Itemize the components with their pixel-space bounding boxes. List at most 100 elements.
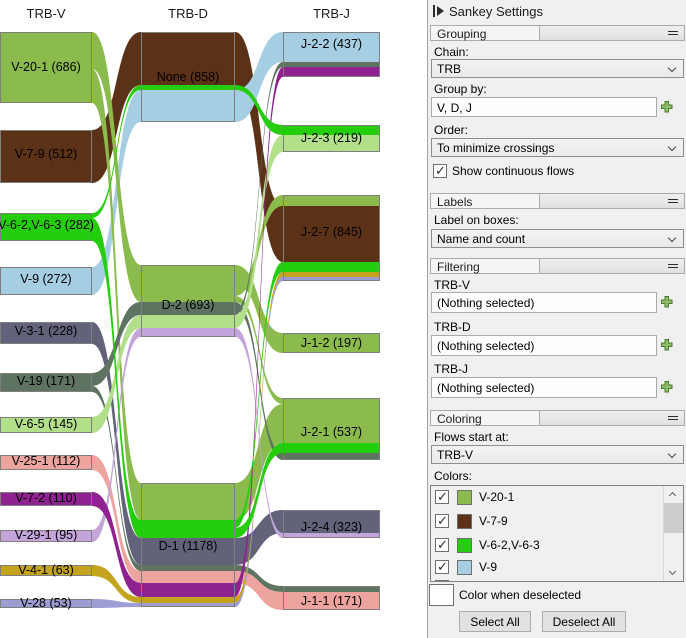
filter-field-TRB-V[interactable]: (Nothing selected)	[431, 292, 657, 313]
sankey-node-label: V-6-2,V-6-3 (282)	[0, 218, 94, 232]
order-value: To minimize crossings	[437, 141, 554, 155]
collapse-section-icon[interactable]	[668, 199, 678, 203]
node-band	[141, 265, 235, 302]
label-on-boxes-label: Label on boxes:	[434, 213, 519, 227]
sankey-node-J-1-2[interactable]: J-1-2 (197)	[283, 333, 380, 353]
color-list-item-V-9: ✓V-9	[435, 559, 497, 575]
sankey-node-D-2[interactable]: D-2 (693)	[141, 265, 235, 337]
chain-value: TRB	[437, 62, 461, 76]
sankey-node-label: V-9 (272)	[20, 272, 71, 286]
select-all-button[interactable]: Select All	[459, 611, 531, 632]
scrollbar-thumb[interactable]	[664, 503, 683, 533]
sankey-node-V-6-5[interactable]: V-6-5 (145)	[0, 417, 92, 433]
flows-start-at-dropdown[interactable]: TRB-V	[431, 445, 684, 464]
collapse-section-icon[interactable]	[668, 264, 678, 268]
node-band	[141, 520, 235, 538]
flow-D-1-to-J-2-1[interactable]	[235, 404, 283, 520]
arrow-down-icon	[669, 568, 676, 575]
color-swatch-V-20-1	[457, 490, 472, 505]
coloring-section-header[interactable]: Coloring	[430, 410, 685, 426]
color-checkbox-V-6-2,V-6-3[interactable]: ✓	[435, 538, 449, 552]
filtering-header-label: Filtering	[430, 258, 540, 274]
labels-header-label: Labels	[430, 193, 540, 209]
sankey-node-V-4-1[interactable]: V-4-1 (63)	[0, 563, 92, 577]
sankey-node-J-2-3[interactable]: J-2-3 (219)	[283, 125, 380, 152]
sankey-node-J-2-4[interactable]: J-2-4 (323)	[283, 510, 380, 538]
filter-label-TRB-J: TRB-J	[434, 362, 468, 376]
show-continuous-flows-label: Show continuous flows	[452, 164, 574, 178]
labels-section-header[interactable]: Labels	[430, 193, 685, 209]
plus-icon	[662, 297, 673, 308]
filtering-section-header[interactable]: Filtering	[430, 258, 685, 274]
filter-add-button-TRB-J[interactable]	[660, 380, 674, 394]
color-checkbox[interactable]	[435, 580, 449, 582]
sankey-node-V-3-1[interactable]: V-3-1 (228)	[0, 322, 92, 344]
show-continuous-flows-checkbox[interactable]: ✓	[433, 164, 447, 178]
collapse-panel-icon[interactable]	[433, 5, 447, 17]
colors-scrollbar[interactable]	[663, 486, 683, 581]
filter-field-TRB-D[interactable]: (Nothing selected)	[431, 335, 657, 356]
sankey-node-J-1-1[interactable]: J-1-1 (171)	[283, 586, 380, 610]
node-band	[141, 328, 235, 337]
filter-field-TRB-J[interactable]: (Nothing selected)	[431, 377, 657, 398]
sankey-node-label: None (858)	[157, 70, 220, 84]
filter-add-button-TRB-D[interactable]	[660, 338, 674, 352]
order-label: Order:	[434, 123, 468, 137]
color-checkbox-V-7-9[interactable]: ✓	[435, 514, 449, 528]
flows-start-at-label: Flows start at:	[434, 430, 509, 444]
sankey-node-V-25-1[interactable]: V-25-1 (112)	[0, 454, 92, 470]
color-checkbox-V-20-1[interactable]: ✓	[435, 490, 449, 504]
node-band	[141, 90, 235, 122]
sankey-node-J-2-7[interactable]: J-2-7 (845)	[283, 195, 380, 281]
sankey-node-None[interactable]: None (858)	[141, 32, 235, 122]
sankey-node-D-1[interactable]: D-1 (1178)	[141, 483, 235, 607]
sankey-node-V-6-2,V-6-3[interactable]: V-6-2,V-6-3 (282)	[0, 213, 94, 241]
colors-list: ✓V-20-1✓V-7-9✓V-6-2,V-6-3✓V-9	[430, 485, 684, 582]
sankey-node-V-28[interactable]: V-28 (53)	[0, 596, 92, 610]
node-band	[283, 453, 380, 460]
column-header-TRB-V: TRB-V	[27, 6, 66, 21]
sankey-node-label: J-2-2 (437)	[301, 37, 362, 51]
group-by-input[interactable]: V, D, J	[431, 97, 657, 117]
order-dropdown[interactable]: To minimize crossings	[431, 138, 684, 157]
flow-V-29-1-to-D-2[interactable]	[92, 328, 141, 542]
sankey-node-J-2-1[interactable]: J-2-1 (537)	[283, 398, 380, 460]
group-by-add-button[interactable]	[660, 100, 674, 114]
panel-title: Sankey Settings	[449, 4, 543, 19]
sankey-node-label: V-20-1 (686)	[11, 60, 80, 74]
node-band	[283, 262, 380, 272]
sankey-node-V-7-9[interactable]: V-7-9 (512)	[0, 130, 92, 183]
chevron-down-icon	[668, 143, 676, 151]
collapse-section-icon[interactable]	[668, 31, 678, 35]
deselect-all-button[interactable]: Deselect All	[542, 611, 626, 632]
column-header-TRB-D: TRB-D	[168, 6, 208, 21]
node-band	[141, 315, 235, 328]
label-on-boxes-dropdown[interactable]: Name and count	[431, 229, 684, 248]
sankey-node-label: V-7-2 (110)	[15, 491, 77, 505]
sankey-node-V-20-1[interactable]: V-20-1 (686)	[0, 32, 92, 103]
color-when-deselected-label: Color when deselected	[459, 588, 581, 602]
chain-dropdown[interactable]: TRB	[431, 59, 684, 78]
node-band	[141, 571, 235, 583]
sankey-node-label: D-2 (693)	[162, 298, 215, 312]
scroll-up-button[interactable]	[664, 486, 683, 502]
collapse-section-icon[interactable]	[668, 416, 678, 420]
sankey-node-V-7-2[interactable]: V-7-2 (110)	[0, 491, 92, 506]
plus-icon	[662, 382, 673, 393]
filter-add-button-TRB-V[interactable]	[660, 295, 674, 309]
sankey-node-V-9[interactable]: V-9 (272)	[0, 267, 92, 295]
color-list-item-V-20-1: ✓V-20-1	[435, 489, 514, 505]
plus-icon	[662, 102, 673, 113]
grouping-section-header[interactable]: Grouping	[430, 25, 685, 41]
arrow-up-icon	[669, 492, 676, 499]
sankey-node-label: V-25-1 (112)	[12, 454, 81, 468]
sankey-node-J-2-2[interactable]: J-2-2 (437)	[283, 32, 380, 77]
node-band	[141, 583, 235, 597]
scroll-down-button[interactable]	[664, 565, 683, 581]
color-when-deselected-swatch[interactable]	[429, 584, 454, 606]
sankey-node-V-19[interactable]: V-19 (171)	[0, 373, 92, 392]
color-swatch-V-7-9	[457, 514, 472, 529]
color-checkbox-V-9[interactable]: ✓	[435, 560, 449, 574]
sankey-node-V-29-1[interactable]: V-29-1 (95)	[0, 528, 92, 542]
color-name: V-6-2,V-6-3	[479, 538, 540, 552]
